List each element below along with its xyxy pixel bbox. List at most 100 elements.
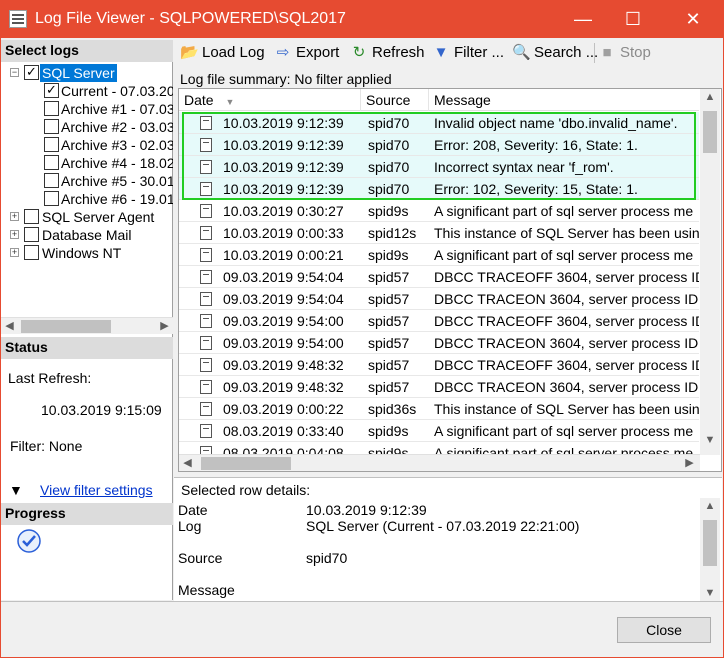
table-row[interactable]: 10.03.2019 9:12:39 spid70 Error: 102, Seve… bbox=[179, 178, 699, 200]
expand-icon[interactable]: + bbox=[10, 230, 19, 239]
table-row[interactable]: 10.03.2019 9:12:39 spid70 Error: 208, Seve… bbox=[179, 134, 699, 156]
scroll-left-icon[interactable]: ◀ bbox=[1, 318, 18, 335]
cell-source: spid57 bbox=[368, 379, 410, 395]
search-button[interactable]: 🔍 Search ... bbox=[512, 42, 598, 64]
column-header-date-label: Date bbox=[184, 92, 214, 108]
table-row[interactable]: 09.03.2019 9:48:32 spid57 DBCC TRACEOFF 36… bbox=[179, 354, 699, 376]
tree-item-dbmail[interactable]: + Database Mail bbox=[1, 226, 173, 244]
table-row[interactable]: 09.03.2019 9:54:00 spid57 DBCC TRACEOFF 36… bbox=[179, 310, 699, 332]
last-refresh-label: Last Refresh: bbox=[8, 370, 92, 386]
refresh-button[interactable]: ↻ Refresh bbox=[350, 42, 425, 64]
checkbox-archive5[interactable] bbox=[44, 173, 59, 188]
checkbox-archive4[interactable] bbox=[44, 155, 59, 170]
scroll-right-icon[interactable]: ▶ bbox=[156, 318, 173, 335]
tree-item-sql-server[interactable]: − ✓ SQL Server bbox=[1, 64, 173, 82]
table-row[interactable]: 08.03.2019 0:33:40 spid9s A significant pa… bbox=[179, 420, 699, 442]
table-row[interactable]: 10.03.2019 9:12:39 spid70 Invalid object n… bbox=[179, 112, 699, 134]
cell-source: spid70 bbox=[368, 137, 410, 153]
close-window-button[interactable]: ✕ bbox=[670, 0, 716, 38]
checkbox-archive6[interactable] bbox=[44, 191, 59, 206]
tree-item-archive2[interactable]: Archive #2 - 03.03.2 bbox=[1, 118, 173, 136]
details-header: Selected row details: bbox=[181, 482, 311, 498]
collapse-icon[interactable]: − bbox=[10, 68, 19, 77]
view-filter-settings-link[interactable]: View filter settings bbox=[40, 482, 153, 498]
expand-icon[interactable]: + bbox=[10, 248, 19, 257]
details-vertical-scrollbar[interactable]: ▲ ▼ bbox=[700, 498, 720, 602]
cell-date: 10.03.2019 9:12:39 bbox=[223, 159, 344, 175]
checkbox-archive2[interactable] bbox=[44, 119, 59, 134]
export-button[interactable]: ⇨ Export bbox=[274, 42, 340, 64]
export-icon: ⇨ bbox=[276, 44, 290, 61]
cell-date: 10.03.2019 9:12:39 bbox=[223, 115, 344, 131]
tree-item-current[interactable]: ✓ Current - 07.03.2019 bbox=[1, 82, 173, 100]
details-date-label: Date bbox=[178, 502, 208, 518]
load-log-label: Load Log bbox=[202, 44, 265, 61]
table-row[interactable]: 09.03.2019 9:54:04 spid57 DBCC TRACEON 360… bbox=[179, 288, 699, 310]
tree-item-agent[interactable]: + SQL Server Agent bbox=[1, 208, 173, 226]
tree-label-archive2: Archive #2 - 03.03.2 bbox=[61, 119, 173, 135]
app-icon bbox=[9, 10, 27, 28]
cell-source: spid12s bbox=[368, 225, 417, 241]
table-row[interactable]: 10.03.2019 9:12:39 spid70 Incorrect syntax… bbox=[179, 156, 699, 178]
scroll-down-icon[interactable]: ▼ bbox=[700, 585, 720, 602]
tree-item-archive5[interactable]: Archive #5 - 30.01.2 bbox=[1, 172, 173, 190]
toolbar-separator bbox=[594, 43, 595, 63]
filter-label: Filter ... bbox=[454, 44, 505, 61]
tree-label-archive6: Archive #6 - 19.01.2 bbox=[61, 191, 173, 207]
tree-item-archive4[interactable]: Archive #4 - 18.02.2 bbox=[1, 154, 173, 172]
tree-item-archive3[interactable]: Archive #3 - 02.03.2 bbox=[1, 136, 173, 154]
table-row[interactable]: 09.03.2019 9:48:32 spid57 DBCC TRACEON 360… bbox=[179, 376, 699, 398]
folder-icon: 📂 bbox=[180, 44, 199, 61]
grid-horizontal-scrollbar[interactable]: ◀ ▶ bbox=[179, 454, 700, 471]
column-header-source[interactable]: Source bbox=[361, 89, 429, 111]
table-row[interactable]: 09.03.2019 9:54:04 spid57 DBCC TRACEOFF 36… bbox=[179, 266, 699, 288]
column-header-message[interactable]: Message bbox=[429, 89, 699, 111]
checkbox-archive3[interactable] bbox=[44, 137, 59, 152]
checkbox-agent[interactable] bbox=[24, 209, 39, 224]
checkbox-windows[interactable] bbox=[24, 245, 39, 260]
table-row[interactable]: 10.03.2019 0:00:33 spid12s This instance o… bbox=[179, 222, 699, 244]
scroll-thumb[interactable] bbox=[703, 520, 717, 566]
table-row[interactable]: 10.03.2019 0:00:21 spid9s A significant pa… bbox=[179, 244, 699, 266]
tree-item-windows[interactable]: + Windows NT bbox=[1, 244, 173, 262]
tree-item-archive6[interactable]: Archive #6 - 19.01.2 bbox=[1, 190, 173, 208]
checkbox-current[interactable]: ✓ bbox=[44, 83, 59, 98]
scroll-thumb[interactable] bbox=[201, 457, 291, 470]
expand-icon[interactable]: + bbox=[10, 212, 19, 221]
scroll-down-icon[interactable]: ▼ bbox=[700, 432, 720, 449]
select-logs-header: Select logs bbox=[1, 40, 173, 62]
log-entry-icon bbox=[200, 314, 212, 328]
log-entry-icon bbox=[200, 138, 212, 152]
cell-date: 09.03.2019 9:48:32 bbox=[223, 357, 344, 373]
scroll-up-icon[interactable]: ▲ bbox=[700, 498, 720, 515]
tree-label-current: Current - 07.03.2019 bbox=[61, 83, 173, 99]
refresh-icon: ↻ bbox=[352, 44, 366, 61]
minimize-button[interactable]: — bbox=[560, 0, 606, 38]
details-source-label: Source bbox=[178, 550, 223, 566]
close-button[interactable]: Close bbox=[617, 617, 711, 643]
filter-button[interactable]: ▼ Filter ... bbox=[432, 42, 504, 64]
table-row[interactable]: 09.03.2019 0:00:22 spid36s This instance o… bbox=[179, 398, 699, 420]
grid-vertical-scrollbar[interactable]: ▲ ▼ bbox=[700, 89, 720, 455]
log-entry-icon bbox=[200, 182, 212, 196]
checkbox-sql-server[interactable]: ✓ bbox=[24, 65, 39, 80]
maximize-button[interactable]: ☐ bbox=[610, 0, 656, 38]
title-bar: Log File Viewer - SQLPOWERED\SQL2017 — ☐… bbox=[0, 0, 724, 38]
log-entry-icon bbox=[200, 116, 212, 130]
load-log-button[interactable]: 📂 Load Log bbox=[180, 42, 265, 64]
table-row[interactable]: 10.03.2019 0:30:27 spid9s A significant pa… bbox=[179, 200, 699, 222]
tree-item-archive1[interactable]: Archive #1 - 07.03.2 bbox=[1, 100, 173, 118]
log-summary: Log file summary: No filter applied bbox=[180, 71, 392, 87]
scroll-thumb[interactable] bbox=[703, 111, 717, 153]
scroll-up-icon[interactable]: ▲ bbox=[700, 89, 720, 106]
log-grid[interactable]: Date ▼ Source Message 10.03.2019 9:12:39… bbox=[178, 88, 722, 472]
scroll-left-icon[interactable]: ◀ bbox=[179, 455, 196, 471]
checkbox-archive1[interactable] bbox=[44, 101, 59, 116]
tree-horizontal-scrollbar[interactable]: ◀ ▶ bbox=[1, 317, 173, 334]
stop-button[interactable]: ■ Stop bbox=[598, 42, 650, 64]
column-header-date[interactable]: Date ▼ bbox=[179, 89, 361, 111]
table-row[interactable]: 09.03.2019 9:54:00 spid57 DBCC TRACEON 360… bbox=[179, 332, 699, 354]
scroll-thumb[interactable] bbox=[21, 320, 111, 333]
scroll-right-icon[interactable]: ▶ bbox=[681, 455, 698, 471]
checkbox-dbmail[interactable] bbox=[24, 227, 39, 242]
